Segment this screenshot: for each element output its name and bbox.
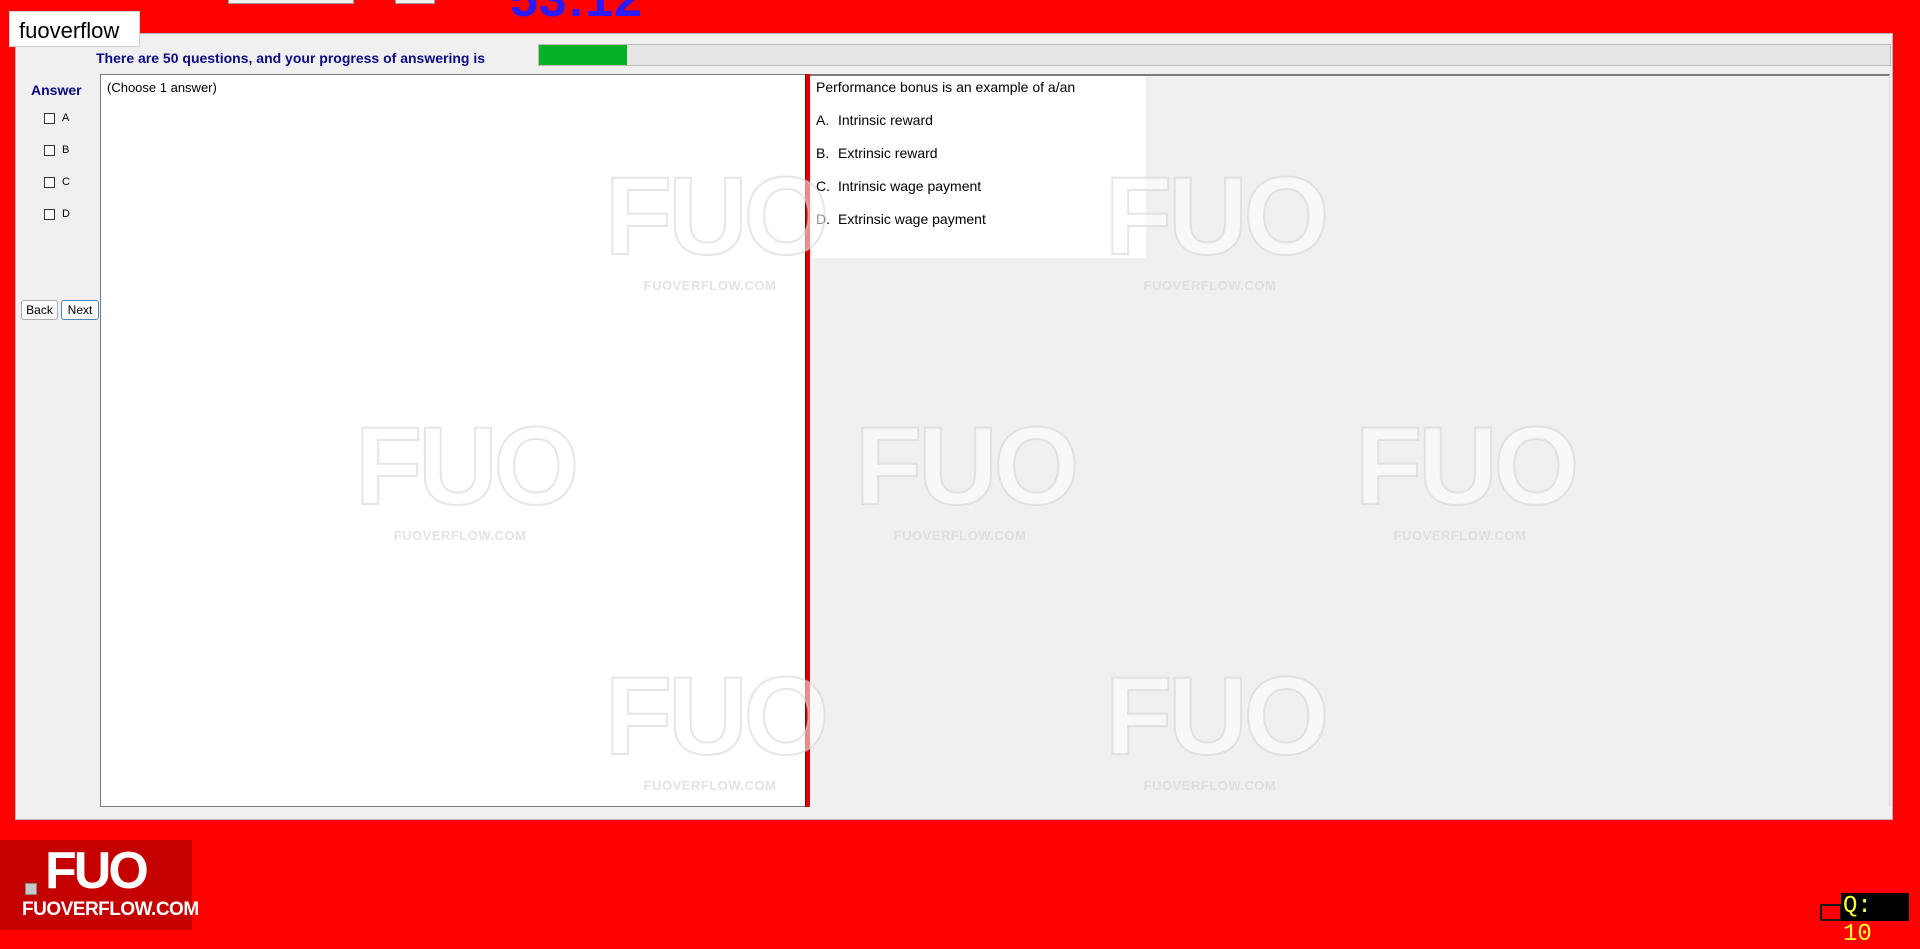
top-control-partial — [228, 0, 354, 4]
choose-hint: (Choose 1 answer) — [107, 80, 217, 95]
answer-option-label: D — [62, 208, 70, 220]
choice-text: Extrinsic wage payment — [838, 211, 986, 227]
checkbox-d[interactable] — [44, 208, 55, 220]
answer-option-a[interactable]: A — [44, 110, 69, 126]
answer-option-label: B — [62, 144, 70, 156]
window-icon — [1820, 904, 1842, 921]
next-button[interactable]: Next — [61, 300, 99, 320]
answer-option-d[interactable]: D — [44, 206, 70, 222]
choice-text: Extrinsic reward — [838, 145, 938, 161]
checkbox-a[interactable] — [44, 112, 55, 124]
answer-option-label: C — [62, 176, 70, 188]
question-card — [812, 76, 1146, 258]
back-button[interactable]: Back — [21, 300, 58, 320]
question-choice-b: B. Extrinsic reward — [816, 145, 938, 161]
answer-option-c[interactable]: C — [44, 174, 70, 190]
answer-option-label: A — [62, 112, 70, 124]
choice-text: Intrinsic reward — [838, 112, 933, 128]
progress-label: There are 50 questions, and your progres… — [96, 50, 485, 66]
checkbox-b[interactable] — [44, 144, 55, 156]
brand-logo-mark: FUO — [45, 842, 149, 900]
checkbox-c[interactable] — [44, 176, 55, 188]
countdown-timer: 53:12 — [510, 0, 643, 24]
brand-logo-text: FUOVERFLOW.COM — [22, 899, 199, 920]
answer-option-b[interactable]: B — [44, 142, 69, 158]
brand-tag: fuoverflow — [9, 11, 140, 47]
answer-title: Answer — [31, 82, 82, 98]
question-counter: Q: 10 — [1841, 893, 1909, 948]
question-text: Performance bonus is an example of a/an — [816, 79, 1076, 95]
choice-letter: A. — [816, 112, 830, 128]
question-choice-a: A. Intrinsic reward — [816, 112, 933, 128]
progress-bar — [538, 44, 1891, 66]
top-control-partial-small — [395, 0, 435, 4]
choice-letter: D. — [816, 211, 830, 227]
progress-bar-fill — [539, 45, 627, 65]
choice-text: Intrinsic wage payment — [838, 178, 982, 194]
choice-letter: C. — [816, 178, 830, 194]
choice-letter: B. — [816, 145, 830, 161]
small-checkbox-icon — [25, 883, 37, 895]
answer-area[interactable] — [100, 74, 806, 807]
question-choice-c: C. Intrinsic wage payment — [816, 178, 981, 194]
question-choice-d: D. Extrinsic wage payment — [816, 211, 986, 227]
